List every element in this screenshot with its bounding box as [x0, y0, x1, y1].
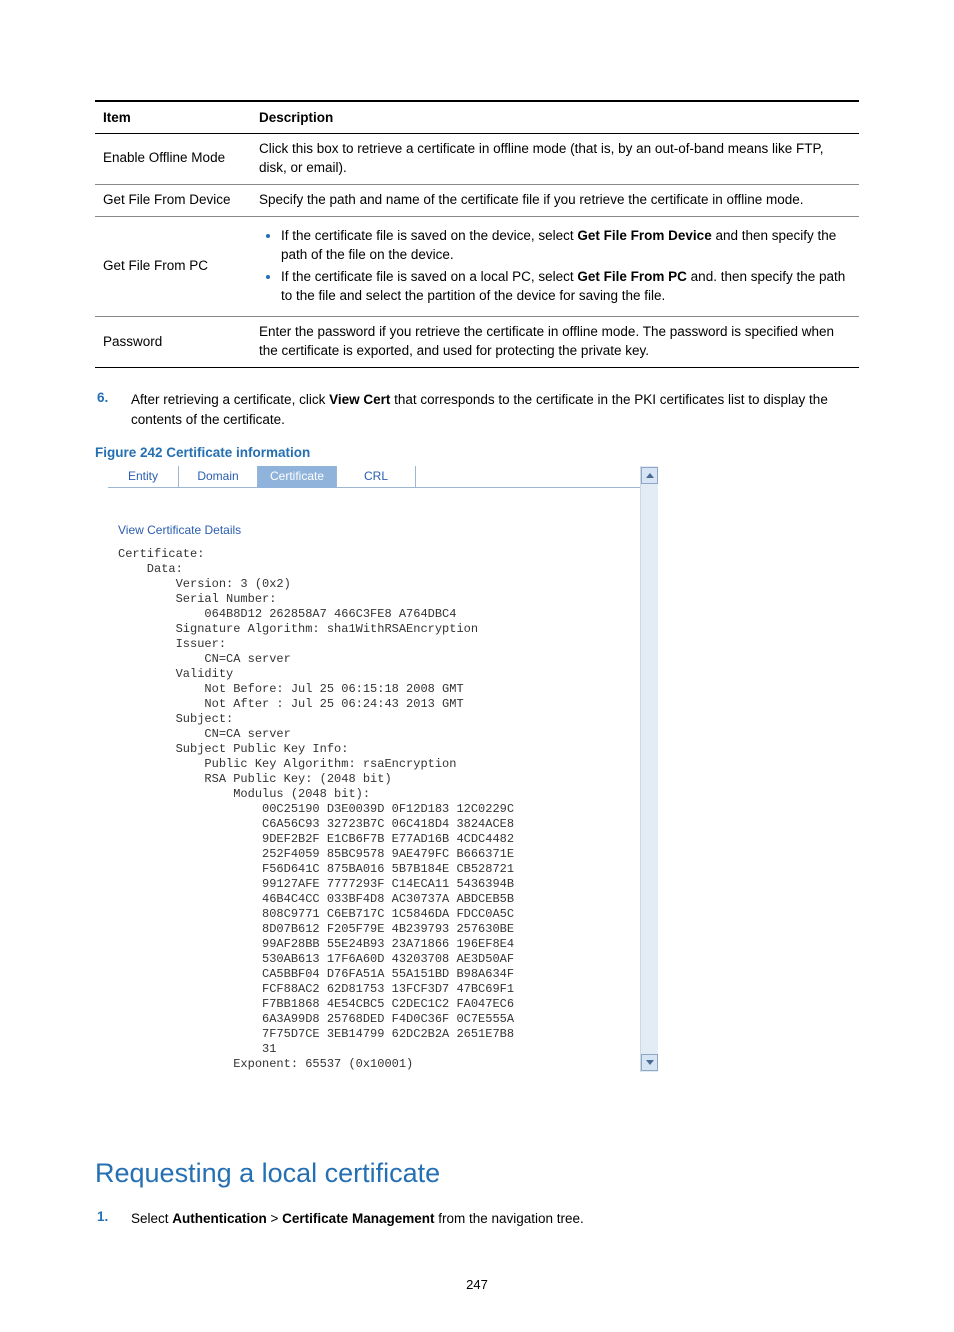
step-text: After retrieving a certificate, click Vi…: [131, 390, 859, 429]
step-number: 6.: [97, 390, 131, 429]
screenshot-frame: Entity Domain Certificate CRL View Certi…: [108, 466, 658, 1120]
item-cell: Get File From PC: [95, 216, 251, 317]
desc-cell: Click this box to retrieve a certificate…: [251, 134, 859, 185]
tab-bar: Entity Domain Certificate CRL: [108, 466, 640, 488]
table-row: Password Enter the password if you retri…: [95, 317, 859, 368]
item-cell: Enable Offline Mode: [95, 134, 251, 185]
tab-entity[interactable]: Entity: [108, 466, 179, 488]
step-6: 6. After retrieving a certificate, click…: [97, 390, 859, 429]
scroll-up-button[interactable]: [641, 467, 658, 484]
certificate-text: Certificate: Data: Version: 3 (0x2) Seri…: [118, 547, 640, 1072]
tab-domain[interactable]: Domain: [179, 466, 258, 488]
step-number: 1.: [97, 1209, 131, 1229]
chevron-up-icon: [646, 473, 654, 478]
table-row: Enable Offline Mode Click this box to re…: [95, 134, 859, 185]
step-1: 1. Select Authentication > Certificate M…: [97, 1209, 859, 1229]
chevron-down-icon: [646, 1060, 654, 1065]
tab-certificate[interactable]: Certificate: [258, 466, 337, 488]
item-cell: Password: [95, 317, 251, 368]
table-row: Get File From PC If the certificate file…: [95, 216, 859, 317]
section-heading: Requesting a local certificate: [95, 1158, 859, 1189]
table-row: Get File From Device Specify the path an…: [95, 184, 859, 216]
view-cert-details-heading: View Certificate Details: [118, 523, 640, 537]
config-table: Item Description Enable Offline Mode Cli…: [95, 100, 859, 368]
bullet: If the certificate file is saved on the …: [281, 227, 851, 265]
step-text: Select Authentication > Certificate Mana…: [131, 1209, 584, 1229]
desc-cell: Enter the password if you retrieve the c…: [251, 317, 859, 368]
scroll-down-button[interactable]: [641, 1054, 658, 1071]
tab-crl[interactable]: CRL: [337, 466, 416, 488]
desc-cell: If the certificate file is saved on the …: [251, 216, 859, 317]
page-number: 247: [95, 1277, 859, 1292]
scrollbar[interactable]: [640, 466, 658, 1072]
desc-cell: Specify the path and name of the certifi…: [251, 184, 859, 216]
bullet: If the certificate file is saved on a lo…: [281, 268, 851, 306]
th-item: Item: [95, 101, 251, 134]
th-desc: Description: [251, 101, 859, 134]
item-cell: Get File From Device: [95, 184, 251, 216]
figure-caption: Figure 242 Certificate information: [95, 445, 859, 460]
